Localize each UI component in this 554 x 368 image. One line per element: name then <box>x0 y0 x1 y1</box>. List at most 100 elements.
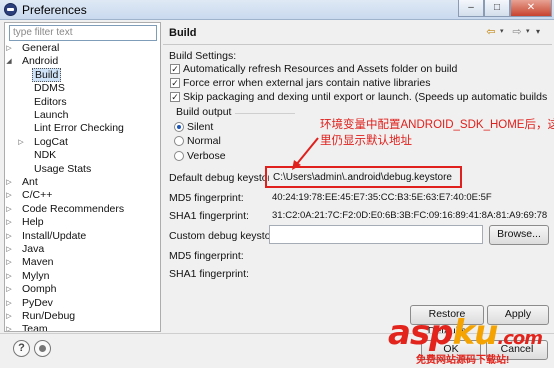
skip-packaging-label: Skip packaging and dexing until export o… <box>183 91 550 103</box>
custom-sha1-label: SHA1 fingerprint: <box>169 268 249 280</box>
collapsed-twisty-icon[interactable]: ▷ <box>5 256 13 269</box>
md5-label: MD5 fingerprint: <box>169 192 244 204</box>
tree-item-label: Oomph <box>22 283 57 296</box>
tree-item-android[interactable]: ◢ Android <box>6 55 60 68</box>
custom-md5-label: MD5 fingerprint: <box>169 250 244 262</box>
tree-item-maven[interactable]: ▷ Maven <box>6 256 56 269</box>
group-separator <box>235 113 295 114</box>
tree-item-help[interactable]: ▷ Help <box>6 216 46 229</box>
tree-item-logcat[interactable]: ▷ LogCat <box>18 135 70 149</box>
forward-arrow-icon[interactable]: ⇨ <box>510 25 524 39</box>
back-history-dropdown[interactable]: ▾ <box>500 25 508 39</box>
force-error-checkbox[interactable]: ✓ <box>170 78 180 88</box>
tree-item-label: Android <box>22 55 59 68</box>
tree-item-label: Code Recommenders <box>22 202 125 215</box>
collapsed-twisty-icon[interactable]: ▷ <box>5 297 13 310</box>
expanded-twisty-icon[interactable]: ◢ <box>5 55 13 68</box>
tree-item-ndk[interactable]: NDK <box>25 149 58 162</box>
minimize-button[interactable]: – <box>458 0 484 17</box>
tree-item-run-debug[interactable]: ▷ Run/Debug <box>6 310 77 323</box>
annotation-text-line-1: 环境变量中配置ANDROID_SDK_HOME后，这 <box>320 119 554 131</box>
tree-item-label: NDK <box>34 149 57 162</box>
footer-separator <box>0 333 554 334</box>
tree-item-general[interactable]: ▷ General <box>6 42 61 55</box>
tree-item-label: C/C++ <box>22 189 53 202</box>
tree-item-code-recommenders[interactable]: ▷ Code Recommenders <box>6 202 126 216</box>
auto-refresh-checkbox[interactable]: ✓ <box>170 64 180 74</box>
default-keystore-label: Default debug keystore: <box>169 172 280 184</box>
tree-item-mylyn[interactable]: ▷ Mylyn <box>6 269 51 283</box>
tree-item-pydev[interactable]: ▷ PyDev <box>6 296 55 310</box>
tree-item-label: Launch <box>34 109 69 121</box>
tree-item-editors[interactable]: Editors <box>25 96 69 109</box>
restore-defaults-button[interactable]: Restore Defaults <box>410 305 484 337</box>
verbose-radio[interactable] <box>174 151 184 161</box>
silent-label: Silent <box>187 121 214 133</box>
collapsed-twisty-icon[interactable]: ▷ <box>5 189 13 202</box>
verbose-label: Verbose <box>187 150 226 162</box>
tree-item-team[interactable]: ▷ Team <box>6 323 50 331</box>
collapsed-twisty-icon[interactable]: ▷ <box>5 216 13 229</box>
normal-radio[interactable] <box>174 136 184 146</box>
tree-item-ant[interactable]: ▷ Ant <box>6 176 40 189</box>
collapsed-twisty-icon[interactable]: ▷ <box>5 243 13 256</box>
skip-packaging-checkbox[interactable]: ✓ <box>170 92 180 102</box>
view-menu-icon[interactable]: ▾ <box>536 25 548 39</box>
apply-button[interactable]: Apply <box>487 305 549 325</box>
tree-item-label: Run/Debug <box>22 310 76 322</box>
tree-item-java[interactable]: ▷ Java <box>6 243 46 256</box>
cancel-button[interactable]: Cancel <box>486 340 548 360</box>
collapsed-twisty-icon[interactable]: ▷ <box>5 230 13 243</box>
ok-button[interactable]: OK <box>421 340 481 360</box>
collapsed-twisty-icon[interactable]: ▷ <box>5 176 13 189</box>
tree-item-usage-stats[interactable]: Usage Stats <box>25 163 93 176</box>
browse-button[interactable]: Browse... <box>489 225 549 245</box>
tree-item-label: Mylyn <box>22 269 50 282</box>
collapsed-twisty-icon[interactable]: ▷ <box>17 136 25 149</box>
back-arrow-icon[interactable]: ⇦ <box>484 25 498 39</box>
help-icon[interactable]: ? <box>13 340 30 357</box>
tree-item-label: PyDev <box>22 296 53 309</box>
tree-item-label: Java <box>22 243 45 255</box>
collapsed-twisty-icon[interactable]: ▷ <box>5 203 13 216</box>
normal-label: Normal <box>187 135 221 147</box>
tree-item-launch[interactable]: Launch <box>25 109 70 122</box>
md5-value: 40:24:19:78:EE:45:E7:35:CC:B3:5E:63:E7:4… <box>272 192 492 203</box>
build-preference-page: Build ⇦ ▾ ⇨ ▾ ▾ Build Settings: ✓ Automa… <box>163 22 552 337</box>
tree-item-label: Ant <box>22 176 38 188</box>
custom-keystore-input[interactable] <box>269 225 483 244</box>
default-keystore-field: C:\Users\admin\.android\debug.keystore <box>269 169 545 187</box>
title-bar: Preferences – □ ✕ <box>0 0 554 20</box>
collapsed-twisty-icon[interactable]: ▷ <box>5 323 13 331</box>
silent-radio[interactable] <box>174 122 184 132</box>
tree-item-install-update[interactable]: ▷ Install/Update <box>6 230 88 243</box>
page-title: Build <box>169 27 197 39</box>
force-error-label: Force error when external jars contain n… <box>183 77 431 89</box>
collapsed-twisty-icon[interactable]: ▷ <box>5 310 13 323</box>
page-header: Build ⇦ ▾ ⇨ ▾ ▾ <box>163 22 552 45</box>
tree-item-label: Team <box>22 323 48 331</box>
tree-item-build[interactable]: Build <box>25 67 62 82</box>
tree-item-label: LogCat <box>34 135 68 148</box>
filter-input[interactable]: type filter text <box>9 25 157 41</box>
close-button[interactable]: ✕ <box>510 0 552 17</box>
custom-keystore-label: Custom debug keystore: <box>169 230 283 242</box>
preferences-tree-pane: type filter text ▷ General ◢ Android Build DD… <box>4 22 161 332</box>
tree-item-label: Maven <box>22 256 54 269</box>
tree-item-lint-error-checking[interactable]: Lint Error Checking <box>25 122 126 135</box>
tree-item-ddms[interactable]: DDMS <box>25 82 67 95</box>
annotation-text-line-2: 里仍显示默认地址 <box>320 135 412 147</box>
record-preferences-icon[interactable] <box>34 340 51 357</box>
tree-item-label: DDMS <box>34 82 65 95</box>
tree-item-oomph[interactable]: ▷ Oomph <box>6 283 58 296</box>
preferences-tree: ▷ General ◢ Android Build DDMS Editors Launch Li… <box>5 42 160 331</box>
collapsed-twisty-icon[interactable]: ▷ <box>5 283 13 296</box>
collapsed-twisty-icon[interactable]: ▷ <box>5 42 13 55</box>
forward-history-dropdown[interactable]: ▾ <box>526 25 534 39</box>
collapsed-twisty-icon[interactable]: ▷ <box>5 270 13 283</box>
build-output-label: Build output <box>176 106 232 118</box>
tree-item-c-c-[interactable]: ▷ C/C++ <box>6 189 54 202</box>
window-controls: – □ ✕ <box>458 0 552 18</box>
eclipse-icon <box>4 3 17 16</box>
maximize-button[interactable]: □ <box>484 0 510 17</box>
